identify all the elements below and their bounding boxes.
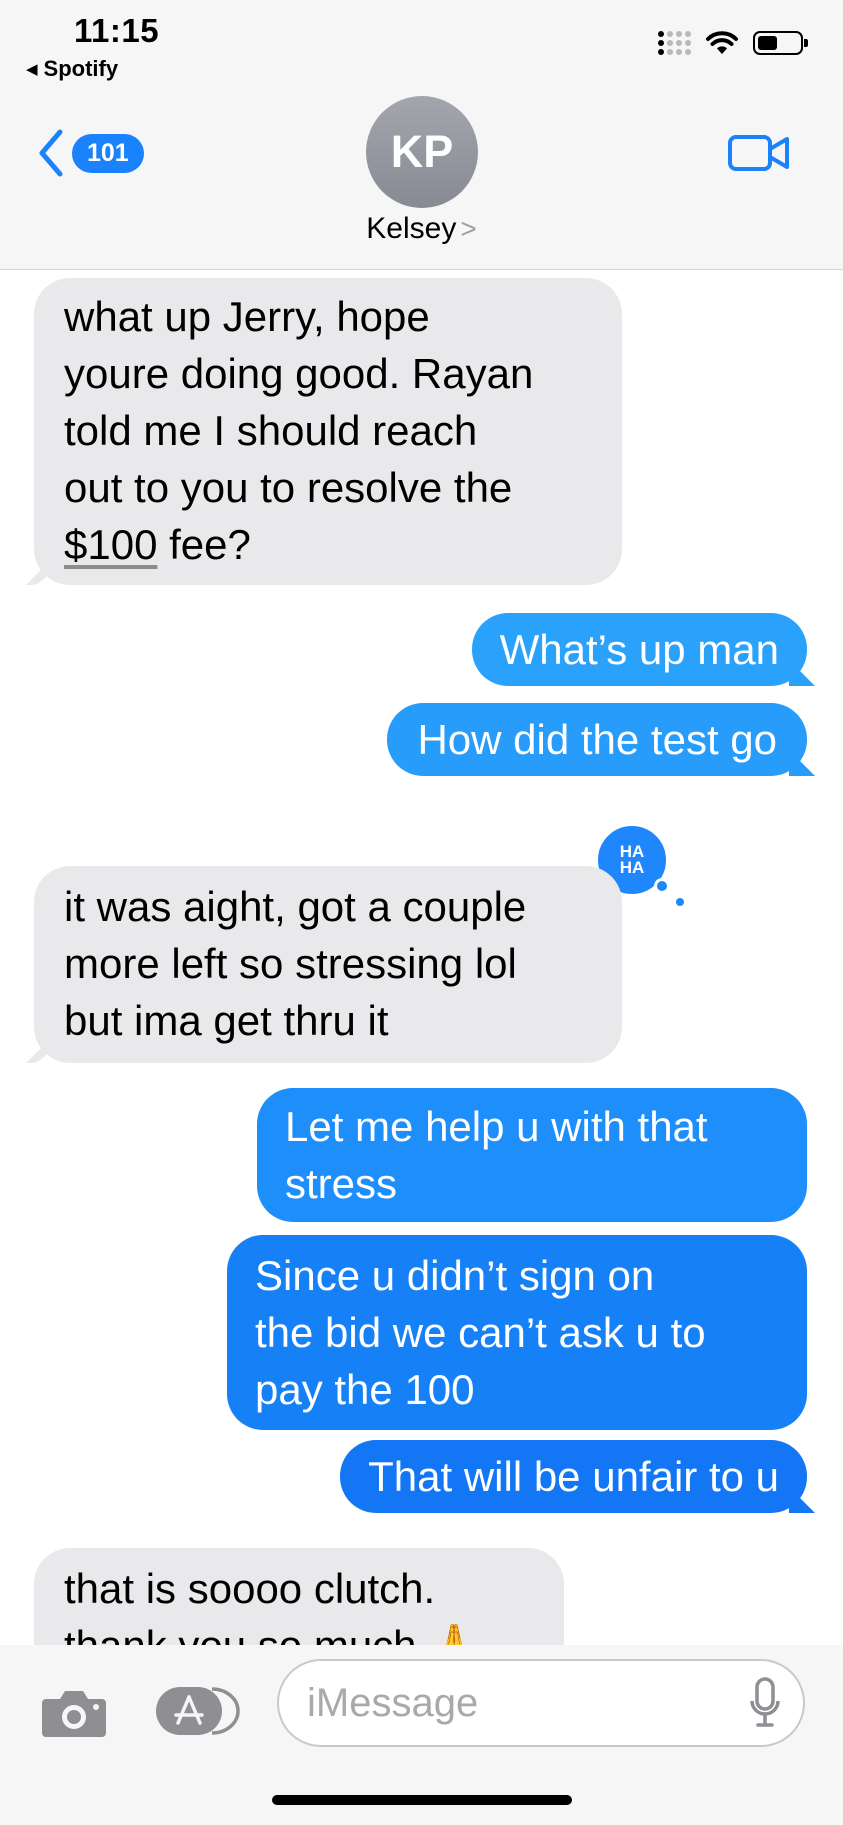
message-bubble-sent[interactable]: How did the test go (387, 703, 807, 776)
message-input[interactable] (307, 1678, 707, 1728)
camera-icon[interactable] (40, 1687, 108, 1739)
contact-name: Kelsey (366, 212, 457, 245)
chevron-right-icon: > (460, 213, 477, 244)
message-bubble-received[interactable]: that is soooo clutch. thank you so much … (34, 1548, 564, 1645)
message-text: Let me help u with that stress (285, 1103, 708, 1207)
conversation-header: 11:15 ◀ Spotify 101 KP Kelsey > (0, 0, 843, 270)
message-bubble-sent[interactable]: Since u didn’t sign on the bid we can’t … (227, 1235, 807, 1430)
back-triangle-icon: ◀ (26, 61, 38, 78)
home-indicator[interactable] (272, 1795, 572, 1805)
message-bubble-sent[interactable]: Let me help u with that stress (257, 1088, 807, 1222)
message-bubble-received[interactable]: it was aight, got a couple more left so … (34, 866, 622, 1063)
status-time: 11:15 (74, 12, 160, 49)
message-text: what up Jerry, hope youre doing good. Ra… (64, 293, 534, 511)
message-text: How did the test go (417, 716, 777, 763)
chevron-left-icon (39, 129, 63, 177)
message-bubble-received[interactable]: what up Jerry, hope youre doing good. Ra… (34, 278, 622, 585)
message-text: What’s up man (499, 626, 779, 673)
status-icons (658, 30, 808, 56)
reaction-label-line2: HA (619, 858, 645, 877)
imessage-field[interactable] (277, 1659, 805, 1747)
message-text: Since u didn’t sign on the bid we can’t … (255, 1252, 706, 1413)
compose-bar (0, 1645, 843, 1825)
message-list[interactable]: what up Jerry, hope youre doing good. Ra… (0, 270, 843, 1645)
wifi-icon (706, 31, 738, 54)
message-text: that is soooo clutch. thank you so much … (64, 1565, 481, 1645)
back-to-app-link[interactable]: ◀ Spotify (26, 56, 118, 82)
contact-name-button[interactable]: Kelsey > (0, 212, 843, 246)
message-bubble-sent[interactable]: That will be unfair to u (340, 1440, 807, 1513)
message-bubble-sent[interactable]: What’s up man (471, 613, 807, 686)
message-text: That will be unfair to u (368, 1453, 779, 1500)
back-button[interactable]: 101 (36, 128, 144, 178)
money-link[interactable]: $100 (64, 521, 157, 568)
message-text: it was aight, got a couple more left so … (64, 883, 527, 1044)
message-text: fee? (157, 521, 251, 568)
cellular-signal-icon (658, 31, 691, 55)
video-call-icon[interactable] (727, 132, 791, 174)
unread-count-badge: 101 (72, 133, 144, 173)
contact-avatar[interactable]: KP (366, 96, 478, 208)
app-store-icon[interactable] (154, 1683, 240, 1739)
back-app-label: Spotify (43, 56, 119, 81)
battery-icon (753, 31, 808, 55)
microphone-icon[interactable] (749, 1677, 781, 1729)
